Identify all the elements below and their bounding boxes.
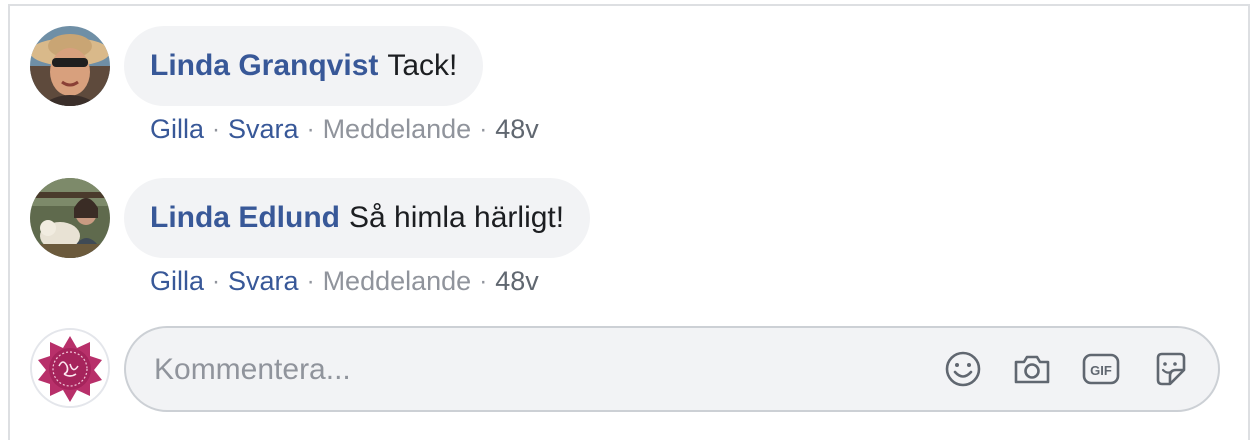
like-link[interactable]: Gilla: [150, 114, 204, 145]
separator-dot: ·: [306, 267, 315, 295]
avatar[interactable]: [30, 26, 110, 106]
comment-timestamp[interactable]: 48v: [495, 266, 539, 297]
current-user-avatar[interactable]: [30, 328, 110, 408]
message-link[interactable]: Meddelande: [323, 114, 472, 145]
svg-text:GIF: GIF: [1090, 363, 1112, 378]
comment-actions: Gilla · Svara · Meddelande · 48v: [150, 114, 539, 145]
separator-dot: ·: [212, 115, 221, 143]
reply-link[interactable]: Svara: [228, 266, 299, 297]
comment-author-link[interactable]: Linda Edlund: [150, 201, 340, 235]
comment-author-link[interactable]: Linda Granqvist: [150, 49, 378, 83]
separator-dot: ·: [212, 267, 221, 295]
comment-actions: Gilla · Svara · Meddelande · 48v: [150, 266, 539, 297]
like-link[interactable]: Gilla: [150, 266, 204, 297]
avatar-photo: [30, 26, 110, 106]
comment-bubble: Linda Granqvist Tack!: [124, 26, 484, 106]
yoga-logo-avatar: [32, 330, 108, 406]
separator-dot: ·: [479, 267, 488, 295]
comment-bubble: Linda Edlund Så himla härligt!: [124, 178, 591, 258]
comment-timestamp[interactable]: 48v: [495, 114, 539, 145]
comment-text: Så himla härligt!: [348, 201, 565, 234]
emoji-icon[interactable]: [942, 348, 984, 390]
gif-icon[interactable]: GIF: [1080, 348, 1122, 390]
comment-text: Tack!: [387, 49, 458, 82]
camera-icon[interactable]: [1011, 348, 1053, 390]
separator-dot: ·: [306, 115, 315, 143]
sticker-icon[interactable]: [1150, 348, 1192, 390]
message-link[interactable]: Meddelande: [323, 266, 472, 297]
separator-dot: ·: [479, 115, 488, 143]
comment-composer: GIF: [124, 326, 1220, 412]
avatar-photo: [30, 178, 110, 258]
avatar[interactable]: [30, 178, 110, 258]
reply-link[interactable]: Svara: [228, 114, 299, 145]
comment-input[interactable]: [152, 328, 916, 412]
